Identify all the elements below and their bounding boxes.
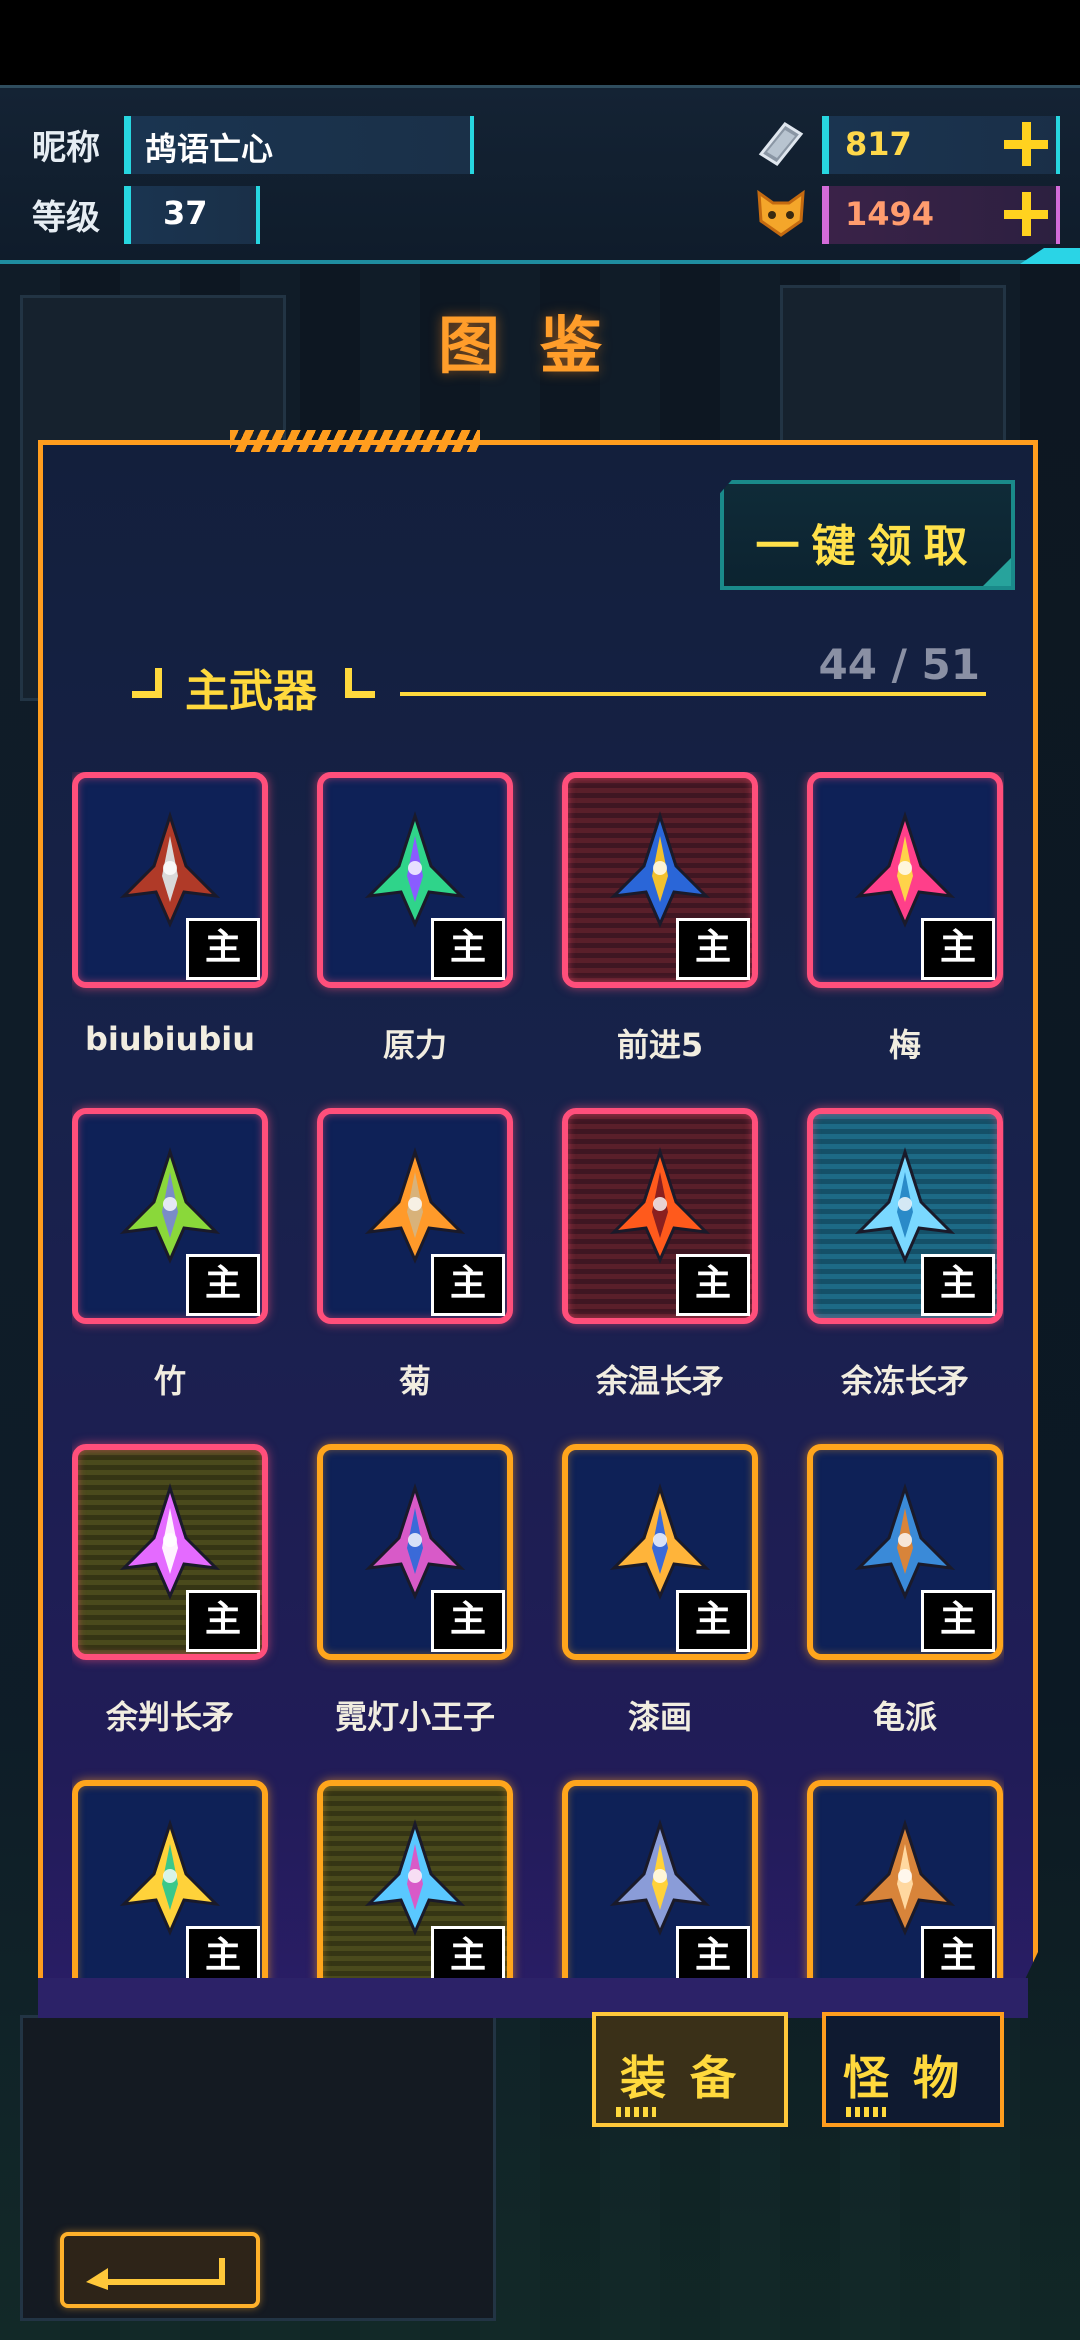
main-weapon-tag: 主 xyxy=(921,1254,995,1316)
warm-spear-icon xyxy=(609,1147,711,1264)
level-label: 等级 xyxy=(32,198,100,238)
section-bracket-left xyxy=(132,668,162,698)
weapon-name: biubiubiu xyxy=(85,1020,255,1058)
currency-2-field: 1494 xyxy=(822,186,1060,244)
panel-stripe-deco xyxy=(230,430,480,452)
main-weapon-tag: 主 xyxy=(186,918,260,980)
main-weapon-tag: 主 xyxy=(921,918,995,980)
main-weapon-tag: 主 xyxy=(186,1926,260,1978)
judge-spear-icon xyxy=(119,1483,221,1600)
crescent-weapon-icon xyxy=(364,1819,466,1936)
bamboo-weapon-icon xyxy=(119,1147,221,1264)
tab-monsters-label: 怪物 xyxy=(843,2051,983,2105)
weapon-name: 余温长矛 xyxy=(595,1362,724,1400)
turtle-school-icon xyxy=(854,1483,956,1600)
weapon-frame: 主 xyxy=(72,1780,268,1978)
neon-prince-icon xyxy=(364,1483,466,1600)
weapon-frame: 主 xyxy=(317,1108,513,1324)
back-arrow-icon xyxy=(86,2258,225,2290)
force-weapon-icon xyxy=(364,811,466,928)
weapon-frame: 主 xyxy=(562,772,758,988)
header-corner-deco xyxy=(1020,248,1080,264)
currency-1-field: 817 xyxy=(822,116,1060,174)
main-weapon-tag: 主 xyxy=(186,1590,260,1652)
weapon-frame: 主 xyxy=(562,1108,758,1324)
plum-weapon-icon xyxy=(854,811,956,928)
forward5-weapon-icon xyxy=(609,811,711,928)
weapon-frame: 主 xyxy=(807,1444,1003,1660)
weapon-grid: 主 biubiubiu 主原力主前进5 主梅主竹主菊主余温长矛主余冻长矛主余判长矛主霓… xyxy=(72,772,1004,1978)
tab-mark-deco xyxy=(846,2107,886,2117)
weapon-frame: 主 xyxy=(807,1108,1003,1324)
profile-header: 昵称 鸪语亡心 等级 37 817 1494 xyxy=(0,85,1080,264)
main-weapon-tag: 主 xyxy=(676,1254,750,1316)
weapon-frame: 主 xyxy=(562,1444,758,1660)
top-black-bar xyxy=(0,0,1080,85)
beetle-weapon-icon xyxy=(119,1819,221,1936)
lantern-weapon-icon xyxy=(854,1819,956,1936)
tab-equipment[interactable]: 装备 xyxy=(592,2012,788,2127)
main-weapon-tag: 主 xyxy=(676,1590,750,1652)
weapon-frame: 主 xyxy=(807,1780,1003,1978)
level-value: 37 xyxy=(163,194,208,232)
tab-monsters[interactable]: 怪物 xyxy=(822,2012,1004,2127)
weapon-name: 余判长矛 xyxy=(105,1698,234,1736)
weapon-name: 霓灯小王子 xyxy=(334,1698,495,1736)
add-currency-1-button[interactable] xyxy=(1004,122,1048,166)
frozen-spear-icon xyxy=(854,1147,956,1264)
main-weapon-tag: 主 xyxy=(921,1926,995,1978)
weapon-name: 余冻长矛 xyxy=(840,1362,969,1400)
weapon-name: 龟派 xyxy=(872,1698,937,1736)
weapon-name: 梅 xyxy=(888,1026,921,1064)
main-weapon-tag: 主 xyxy=(186,1254,260,1316)
tab-equipment-label: 装备 xyxy=(620,2051,760,2105)
claim-all-button[interactable]: 一键领取 xyxy=(720,480,1015,590)
lacquer-painting-icon xyxy=(609,1483,711,1600)
section-divider xyxy=(400,692,986,696)
currency-2-value: 1494 xyxy=(845,195,935,233)
level-field: 37 xyxy=(124,186,260,244)
ticket-icon xyxy=(758,122,804,166)
currency-1-value: 817 xyxy=(845,125,912,163)
main-weapon-tag: 主 xyxy=(921,1590,995,1652)
tab-mark-deco xyxy=(616,2107,656,2117)
weapon-frame: 主 xyxy=(562,1780,758,1978)
nickname-field: 鸪语亡心 xyxy=(124,116,474,174)
main-weapon-tag: 主 xyxy=(431,1590,505,1652)
weapon-frame: 主 xyxy=(72,1444,268,1660)
weapon-name: 漆画 xyxy=(627,1698,692,1736)
main-weapon-tag: 主 xyxy=(676,1926,750,1978)
weapon-frame: 主 xyxy=(72,1108,268,1324)
chrysanthemum-weapon-icon xyxy=(364,1147,466,1264)
weapon-frame: 主 xyxy=(317,772,513,988)
twin-rockets-icon xyxy=(609,1819,711,1936)
weapon-frame: 主 xyxy=(807,772,1003,988)
collection-count: 44 / 51 xyxy=(818,640,980,689)
section-bracket-right xyxy=(345,668,375,698)
claim-all-label: 一键领取 xyxy=(755,521,980,572)
nickname-label: 昵称 xyxy=(32,128,100,168)
main-weapon-tag: 主 xyxy=(431,918,505,980)
weapon-name: 原力 xyxy=(382,1026,447,1064)
weapon-name: 菊 xyxy=(398,1362,431,1400)
weapon-name: 前进5 xyxy=(616,1026,704,1064)
page-title: 图鉴 xyxy=(437,309,642,382)
main-weapon-tag: 主 xyxy=(431,1926,505,1978)
weapon-frame: 主 xyxy=(317,1444,513,1660)
main-weapon-tag: 主 xyxy=(676,918,750,980)
section-title: 主武器 xyxy=(185,666,317,717)
weapon-name: 竹 xyxy=(153,1362,186,1400)
main-weapon-tag: 主 xyxy=(431,1254,505,1316)
weapon-frame: 主 xyxy=(317,1780,513,1978)
add-currency-2-button[interactable] xyxy=(1004,192,1048,236)
weapon-frame: 主 xyxy=(72,772,268,988)
cat-face-icon xyxy=(757,189,805,237)
back-button[interactable] xyxy=(60,2232,260,2308)
biubiubiu-weapon-icon xyxy=(119,811,221,928)
nickname-value: 鸪语亡心 xyxy=(145,130,274,168)
